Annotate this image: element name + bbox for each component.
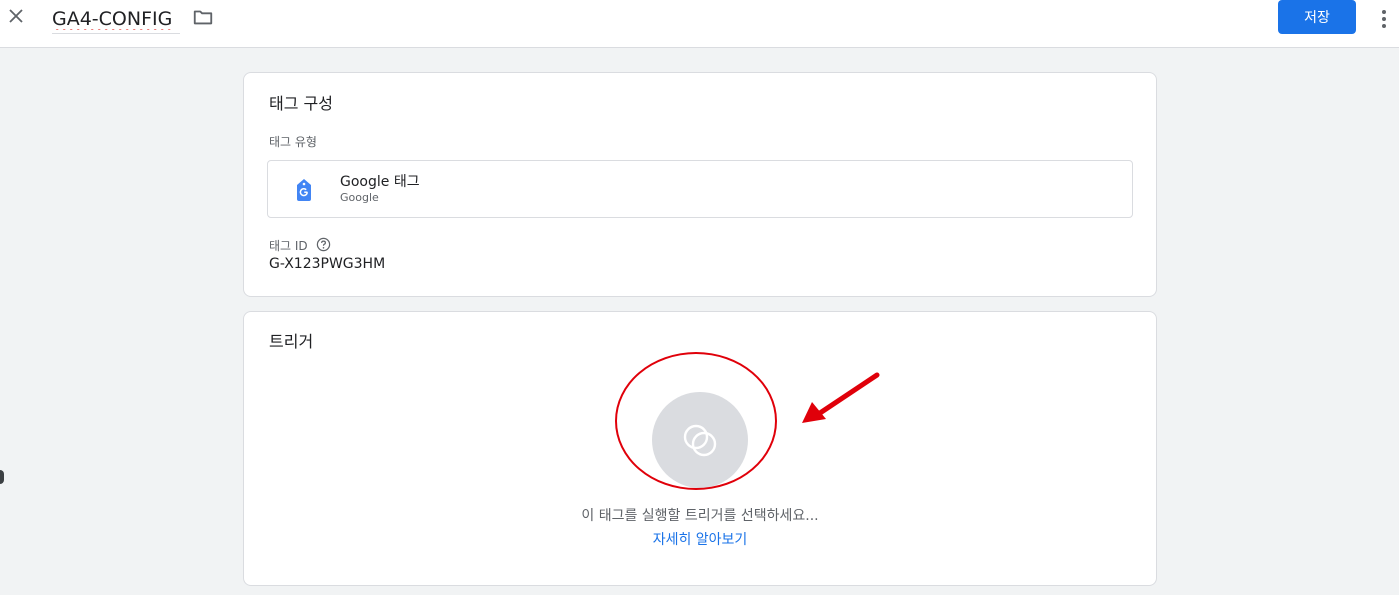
tag-id-label: 태그 ID — [269, 239, 308, 253]
tag-id-value: G-X123PWG3HM — [269, 256, 386, 272]
trigger-hint: 이 태그를 실행할 트리거를 선택하세요... — [581, 508, 819, 524]
annotation-ellipse — [615, 352, 777, 490]
scrollbar[interactable] — [1385, 48, 1399, 595]
tag-type-vendor: Google — [340, 191, 379, 204]
tag-type-name: Google 태그 — [340, 174, 420, 190]
top-bar: 저장 — [0, 0, 1399, 48]
google-tag-icon — [295, 178, 313, 202]
tag-name-input[interactable] — [52, 4, 180, 34]
help-icon[interactable] — [316, 237, 331, 252]
triggers-title: 트리거 — [269, 332, 314, 351]
annotation-arrow-icon — [802, 372, 880, 423]
save-button[interactable]: 저장 — [1278, 0, 1356, 34]
folder-icon[interactable] — [192, 6, 214, 28]
more-vert-icon[interactable] — [1372, 4, 1396, 32]
learn-more-link[interactable]: 자세히 알아보기 — [244, 529, 1156, 549]
tag-config-title: 태그 구성 — [269, 94, 333, 113]
tag-config-card[interactable]: 태그 구성 태그 유형 Google 태그 Google 태그 ID G-X12… — [243, 72, 1157, 297]
tag-type-selector[interactable]: Google 태그 Google — [267, 160, 1133, 218]
side-panel-handle[interactable] — [0, 470, 4, 484]
close-icon[interactable] — [4, 4, 28, 28]
tag-type-label: 태그 유형 — [269, 135, 317, 149]
